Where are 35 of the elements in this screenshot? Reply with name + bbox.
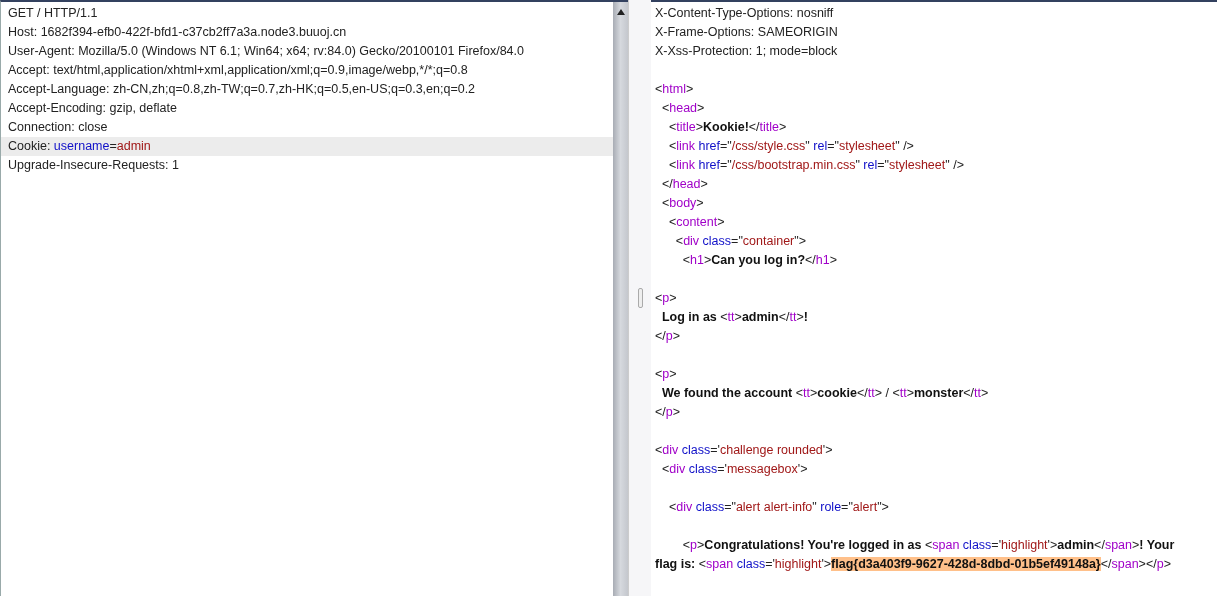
request-line[interactable]: Accept: text/html,application/xhtml+xml,application/xml;q=0.9,image/webp,*/*;q=0.8	[1, 61, 613, 80]
code-line: <div class='messagebox'>	[660, 461, 809, 478]
request-line[interactable]: User-Agent: Mozilla/5.0 (Windows NT 6.1; Win64; x64; rv:84.0) Gecko/20100101 Firefox/84.0	[1, 42, 613, 61]
code-line: <div class='challenge rounded'>	[655, 442, 834, 459]
code-line: <div class="container">	[674, 233, 807, 250]
code-line: <html>	[655, 81, 695, 98]
code-line: <title>Kookie!</title>	[667, 119, 788, 136]
code-line: <p>Congratulations! You're logged in as <span class='highlight'>admin</span>! Your	[681, 537, 1176, 554]
code-line: <p>	[655, 366, 678, 383]
code-line: X-Frame-Options: SAMEORIGIN	[655, 24, 839, 41]
code-line: <link href="/css/bootstrap.min.css" rel="stylesheet" />	[667, 157, 965, 174]
request-line[interactable]: Accept-Language: zh-CN,zh;q=0.8,zh-TW;q=0.7,zh-HK;q=0.5,en-US;q=0.3,en;q=0.2	[1, 80, 613, 99]
code-line: <div class="alert alert-info" role="alert">	[667, 499, 890, 516]
request-line[interactable]: GET / HTTP/1.1	[1, 4, 613, 23]
code-line: <body>	[660, 195, 705, 212]
code-line: </p>	[655, 328, 682, 345]
code-line: </p>	[655, 404, 682, 421]
request-line[interactable]: Accept-Encoding: gzip, deflate	[1, 99, 613, 118]
code-line: <link href="/css/style.css" rel="stylesheet" />	[667, 138, 915, 155]
request-line[interactable]: Upgrade-Insecure-Requests: 1	[1, 156, 613, 175]
divider-grip[interactable]	[637, 288, 643, 308]
scrollbar[interactable]	[613, 0, 628, 596]
code-line: </head>	[660, 176, 709, 193]
code-line: X-Xss-Protection: 1; mode=block	[655, 43, 839, 60]
code-line: <content>	[667, 214, 726, 231]
request-line[interactable]: Connection: close	[1, 118, 613, 137]
code-line: <head>	[660, 100, 706, 117]
code-line: flag is: <span class='highlight'>flag{d3a403f9-9627-428d-8dbd-01b5ef49148a}</span></p>	[655, 556, 1172, 573]
code-line: <p>	[655, 290, 678, 307]
code-line: X-Content-Type-Options: nosniff	[655, 5, 835, 22]
request-line[interactable]: Host: 1682f394-efb0-422f-bfd1-c37cb2ff7a3a.node3.buuoj.cn	[1, 23, 613, 42]
code-line: Log in as <tt>admin</tt>!	[660, 309, 809, 326]
scroll-up-icon[interactable]	[615, 8, 626, 16]
code-line: <h1>Can you log in?</h1>	[681, 252, 839, 269]
code-line: We found the account <tt>cookie</tt> / <tt>monster</tt>	[660, 385, 990, 402]
